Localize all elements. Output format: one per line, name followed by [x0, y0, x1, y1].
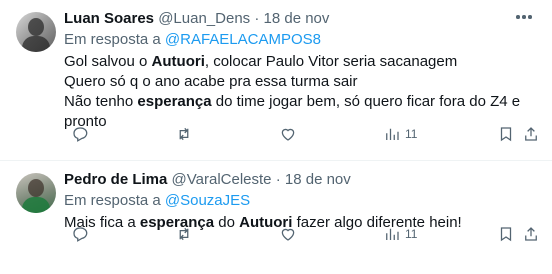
retweet-icon	[179, 227, 189, 241]
more-icon[interactable]	[516, 14, 532, 20]
tweet-date[interactable]: 18 de nov	[264, 10, 330, 27]
tweet-date[interactable]: 18 de nov	[285, 171, 351, 188]
reply-button[interactable]	[71, 124, 89, 144]
views-icon	[386, 228, 399, 240]
like-icon	[281, 128, 295, 141]
views-button[interactable]: 11	[383, 224, 417, 244]
reply-button[interactable]	[71, 224, 89, 244]
tweet-header: Luan Soares @Luan_Dens · 18 de nov	[64, 9, 536, 29]
like-icon	[281, 228, 295, 241]
views-count: 11	[405, 127, 418, 141]
tweet-content: Luan Soares @Luan_Dens · 18 de nov Em re…	[64, 9, 536, 132]
like-button[interactable]	[279, 124, 297, 144]
author-handle[interactable]: @VaralCeleste	[172, 171, 272, 188]
mention-link[interactable]: @SouzaJES	[165, 192, 250, 209]
share-button[interactable]	[522, 224, 540, 244]
avatar[interactable]	[16, 12, 56, 52]
text-bold: esperança	[137, 93, 212, 110]
avatar[interactable]	[16, 173, 56, 213]
text-segment: Gol salvou o	[64, 53, 152, 70]
author-handle[interactable]: @Luan_Dens	[158, 10, 250, 27]
replying-to: Em resposta a @RAFAELACAMPOS8	[64, 30, 536, 50]
retweet-button[interactable]	[175, 124, 193, 144]
bookmark-icon	[500, 127, 512, 142]
separator-dot: ·	[254, 10, 260, 27]
replying-prefix: Em resposta a	[64, 31, 165, 48]
text-bold: Autuori	[151, 53, 205, 70]
reply-icon	[73, 227, 88, 242]
tweet[interactable]: Pedro de Lima @VaralCeleste · 18 de nov …	[0, 161, 552, 274]
separator-dot: ·	[275, 171, 281, 188]
text-line: Quero só q o ano acabe pra essa turma sa…	[64, 72, 536, 92]
replying-to: Em resposta a @SouzaJES	[64, 191, 536, 211]
share-icon	[525, 227, 537, 241]
tweet-text: Gol salvou o Autuori, colocar Paulo Vito…	[64, 52, 536, 132]
author-name[interactable]: Pedro de Lima	[64, 171, 167, 188]
text-segment: , colocar Paulo Vitor seria sacanagem	[204, 53, 458, 70]
views-icon	[386, 128, 399, 140]
like-button[interactable]	[279, 224, 297, 244]
text-line: Não tenho esperança do time jogar bem, s…	[64, 92, 536, 112]
text-segment: Não tenho	[64, 93, 138, 110]
author-name[interactable]: Luan Soares	[64, 10, 154, 27]
retweet-icon	[179, 127, 189, 141]
views-button[interactable]: 11	[383, 124, 417, 144]
views-count: 11	[405, 227, 418, 241]
text-segment: Quero só q o ano acabe pra essa turma sa…	[64, 73, 358, 90]
retweet-button[interactable]	[175, 224, 193, 244]
bookmark-icon	[500, 227, 512, 242]
text-segment: do time jogar bem, só quero ficar fora d…	[211, 93, 521, 110]
action-bar: 11	[64, 224, 537, 244]
mention-link[interactable]: @RAFAELACAMPOS8	[165, 31, 321, 48]
replying-prefix: Em resposta a	[64, 192, 165, 209]
tweet[interactable]: Luan Soares @Luan_Dens · 18 de nov Em re…	[0, 0, 552, 160]
text-line: Gol salvou o Autuori, colocar Paulo Vito…	[64, 52, 536, 72]
tweet-header: Pedro de Lima @VaralCeleste · 18 de nov	[64, 170, 536, 190]
action-bar: 11	[64, 124, 537, 144]
bookmark-button[interactable]	[497, 124, 515, 144]
reply-icon	[73, 127, 88, 142]
bookmark-button[interactable]	[497, 224, 515, 244]
share-button[interactable]	[522, 124, 540, 144]
share-icon	[525, 127, 537, 141]
